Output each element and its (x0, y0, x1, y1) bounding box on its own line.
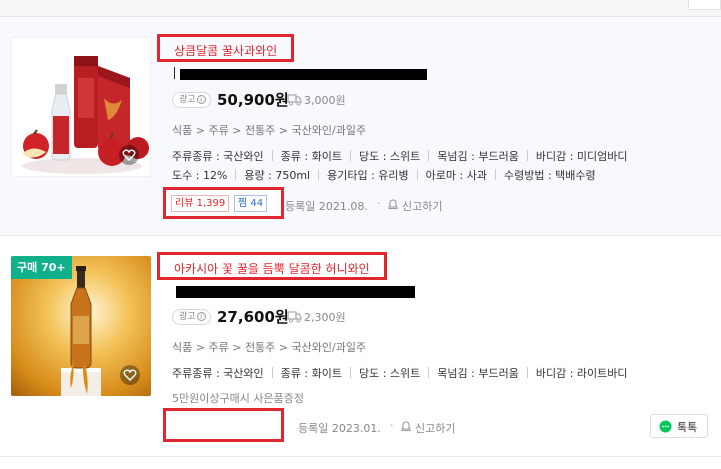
ad-badge[interactable]: 광고 i (172, 92, 211, 108)
spec-item: 용량 : 750ml (244, 169, 311, 182)
bell-icon[interactable] (387, 198, 399, 210)
product-item-1: 상큼달콤 꿀사과와인 광고 i 50,900원 3,000원 식품 > 주류 > … (0, 17, 721, 236)
text-cursor (174, 67, 175, 79)
spec-item: 당도 : 스위트 (358, 367, 421, 380)
product-title-box[interactable]: 상큼달콤 꿀사과와인 (157, 34, 294, 62)
spec-line-1: 주류종류 : 국산와인 종류 : 화이트 당도 : 스위트 목넘김 : 부드러움 바디감… (172, 148, 636, 164)
category-item[interactable]: 전통주 (245, 341, 275, 354)
category-breadcrumb: 식품 > 주류 > 전통주 > 국산와인/과일주 (172, 341, 367, 354)
spec-item: 도수 : 12% (172, 169, 228, 182)
bell-icon[interactable] (400, 420, 412, 432)
spec-item: 종류 : 화이트 (280, 367, 342, 380)
spec-item: 당도 : 스위트 (358, 150, 421, 163)
report-link[interactable]: 신고하기 (415, 420, 455, 436)
category-item[interactable]: 식품 (172, 341, 192, 354)
info-icon: i (196, 312, 206, 321)
review-zzim-box: 리뷰 1,399 찜 44 (163, 187, 284, 219)
category-item[interactable]: 국산와인/과일주 (292, 341, 367, 354)
category-item[interactable]: 주류 (208, 341, 228, 354)
heart-icon[interactable] (119, 364, 141, 386)
purchase-count-badge: 구매 70+ (11, 256, 72, 279)
meta-dot: · (390, 419, 394, 432)
spec-line-2: 도수 : 12% 용량 : 750ml 용기타입 : 유리병 아로마 : 사과 수령방법… (172, 167, 604, 183)
spec-item: 주류종류 : 국산와인 (172, 367, 264, 380)
meta-dot: · (377, 197, 381, 210)
registration-date: 등록일 2021.08. (285, 200, 368, 213)
spec-item: 목넘김 : 부드러움 (437, 367, 519, 380)
product-thumbnail[interactable]: 구매 70+ (11, 256, 151, 396)
registration-date: 등록일 2023.01. (298, 422, 381, 435)
spec-item: 목넘김 : 부드러움 (437, 150, 519, 163)
gift-notice: 5만원이상구매시 사은품증정 (172, 392, 304, 405)
report-link[interactable]: 신고하기 (402, 198, 442, 214)
truck-icon (287, 94, 302, 106)
product-thumbnail[interactable] (11, 37, 151, 177)
review-badge[interactable]: 리뷰 1,399 (171, 195, 230, 212)
info-icon: i (196, 95, 206, 104)
shipping-fee: 3,000원 (304, 94, 346, 107)
redacted-subtitle (176, 286, 415, 298)
spec-item: 바디감 : 라이트바디 (535, 367, 628, 380)
product-title[interactable]: 상큼달콤 꿀사과와인 (174, 42, 277, 59)
heart-icon[interactable] (118, 144, 140, 166)
ad-label: 광고 (179, 312, 196, 322)
category-item[interactable]: 전통주 (245, 124, 275, 137)
price: 50,900원 (217, 91, 289, 109)
truck-icon (287, 311, 302, 323)
top-strip (0, 0, 721, 17)
spec-line-1: 주류종류 : 국산와인 종류 : 화이트 당도 : 스위트 목넘김 : 부드러움 바디감… (172, 365, 636, 381)
zzim-badge[interactable]: 찜 44 (234, 195, 268, 212)
category-item[interactable]: 식품 (172, 124, 192, 137)
product-title-box[interactable]: 아카시아 꽃 꿀을 듬뿍 달콤한 허니와인 (157, 252, 387, 280)
redacted-subtitle (180, 69, 427, 80)
product-item-2: 구매 70+ 아카시아 꽃 꿀을 듬뿍 달콤한 허니와인 광고 i 27,600원 (0, 236, 721, 457)
spec-item: 용기타입 : 유리병 (327, 169, 409, 182)
spec-item: 바디감 : 미디엄바디 (535, 150, 628, 163)
talk-label: 톡톡 (677, 421, 698, 434)
product-title[interactable]: 아카시아 꽃 꿀을 듬뿍 달콤한 허니와인 (174, 260, 370, 277)
category-item[interactable]: 주류 (208, 124, 228, 137)
review-zzim-box (163, 408, 284, 442)
price: 27,600원 (217, 308, 289, 326)
spec-item: 수령방법 : 택배수령 (503, 169, 596, 182)
spec-item: 아로마 : 사과 (425, 169, 487, 182)
talk-icon (659, 420, 672, 433)
talk-talk-button[interactable]: 톡톡 (650, 414, 708, 438)
spec-item: 종류 : 화이트 (280, 150, 342, 163)
category-breadcrumb: 식품 > 주류 > 전통주 > 국산와인/과일주 (172, 124, 367, 137)
category-item[interactable]: 국산와인/과일주 (292, 124, 367, 137)
shipping-fee: 2,300원 (304, 311, 346, 324)
ad-label: 광고 (179, 95, 196, 105)
ad-badge[interactable]: 광고 i (172, 309, 211, 325)
top-corner-tab (688, 0, 721, 10)
spec-item: 주류종류 : 국산와인 (172, 150, 264, 163)
